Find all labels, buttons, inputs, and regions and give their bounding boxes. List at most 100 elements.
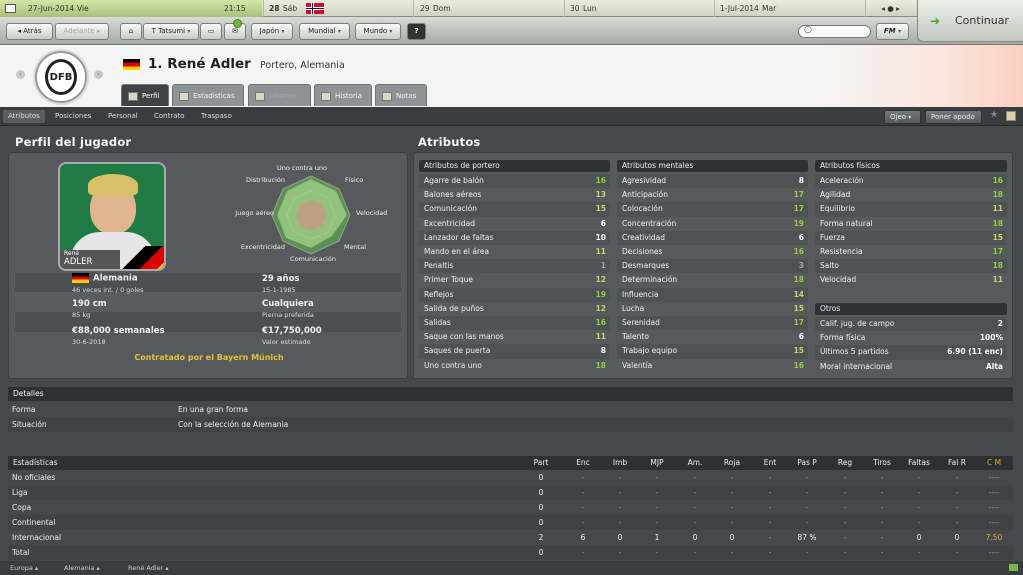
day-cell-29[interactable]: 29 Dom xyxy=(413,0,564,17)
stats-column-header[interactable]: Imb xyxy=(603,456,637,470)
attribute-row[interactable]: Concentración 19 xyxy=(617,217,808,231)
attribute-row[interactable]: Forma natural 18 xyxy=(815,217,1007,231)
attribute-row[interactable]: Penaltis 1 xyxy=(419,259,610,274)
forward-button[interactable]: Adelante ▸ xyxy=(55,23,109,40)
tab-notes[interactable]: Notas xyxy=(375,84,427,106)
stats-cell: - xyxy=(693,548,697,557)
history-icon xyxy=(321,91,331,101)
attribute-row[interactable]: Aceleración 16 xyxy=(815,174,1007,189)
world-cup-menu[interactable]: Mundial ▾ xyxy=(299,23,350,40)
attribute-row[interactable]: Forma física 100% xyxy=(815,331,1007,345)
breadcrumb-germany[interactable]: Alemania ▴ xyxy=(64,561,100,575)
attribute-row[interactable]: Anticipación 17 xyxy=(617,188,808,202)
stats-column-header[interactable]: Pas P xyxy=(790,456,824,470)
search-input[interactable]: ○ xyxy=(798,25,871,38)
attribute-row[interactable]: Lucha 15 xyxy=(617,302,808,316)
day-cell-30[interactable]: 30 Lun xyxy=(564,0,714,17)
attribute-row[interactable]: Mando en el área 11 xyxy=(419,245,610,259)
star-icon[interactable]: ★ xyxy=(990,110,998,120)
breadcrumb-player[interactable]: René Adler ▴ xyxy=(128,561,169,575)
next-player-icon[interactable]: › xyxy=(94,70,103,79)
breadcrumb-europe[interactable]: Europa ▴ xyxy=(10,561,38,575)
attribute-row[interactable]: Agresividad 8 xyxy=(617,174,808,189)
attribute-row[interactable]: Creatividad 6 xyxy=(617,230,808,245)
previous-player-icon[interactable]: ‹ xyxy=(16,70,25,79)
attribute-row[interactable]: Calif. jug. de campo 2 xyxy=(815,317,1007,332)
subtab-positions[interactable]: Posiciones xyxy=(50,110,96,123)
attribute-row[interactable]: Valentía 16 xyxy=(617,359,808,373)
current-date-cell[interactable]: 27-Jun-2014 Vie 21:15 xyxy=(0,0,262,17)
stats-column-header[interactable]: Roja xyxy=(715,456,749,470)
stats-column-header[interactable]: Ent xyxy=(753,456,787,470)
attribute-row[interactable]: Talento 6 xyxy=(617,330,808,344)
stats-cell: 0 xyxy=(538,503,544,512)
radar-label-communication: Comunicación xyxy=(290,255,336,263)
day-cell-28[interactable]: 28 Sáb xyxy=(263,0,413,17)
attribute-row[interactable]: Decisiones 16 xyxy=(617,245,808,259)
club-status[interactable]: Contratado por el Bayern Múnich xyxy=(9,353,409,362)
attribute-row[interactable]: Lanzador de faltas 10 xyxy=(419,230,610,245)
subtab-attributes[interactable]: Atributos xyxy=(3,110,45,123)
current-date: 27-Jun-2014 xyxy=(28,4,75,13)
attribute-row[interactable]: Resistencia 17 xyxy=(815,245,1007,259)
attribute-row[interactable]: Salida de puños 12 xyxy=(419,302,610,316)
fm-menu[interactable]: FM ▾ xyxy=(876,23,909,40)
stats-cell: 0 xyxy=(617,533,623,542)
stats-column-header[interactable]: Fal R xyxy=(940,456,974,470)
attribute-row[interactable]: Salidas 16 xyxy=(419,316,610,331)
attribute-row[interactable]: Comunicación 15 xyxy=(419,202,610,217)
prev-arrow-icon[interactable]: ◂ xyxy=(881,4,885,13)
attribute-row[interactable]: Fuerza 15 xyxy=(815,230,1007,245)
stats-column-header[interactable]: Part xyxy=(524,456,558,470)
stats-column-header[interactable]: Tiros xyxy=(865,456,899,470)
attribute-row[interactable]: Últimos 5 partidos 6.90 (11 enc) xyxy=(815,345,1007,360)
stats-column-header[interactable]: Reg xyxy=(828,456,862,470)
attribute-row[interactable]: Agilidad 18 xyxy=(815,188,1007,202)
day-cell-1-jul[interactable]: 1-Jul-2014 Mar xyxy=(714,0,865,17)
stats-column-header[interactable]: C M xyxy=(977,456,1011,470)
attribute-row[interactable]: Primer Toque 12 xyxy=(419,273,610,287)
nickname-button[interactable]: Poner apodo xyxy=(925,110,982,124)
tab-history[interactable]: Historia xyxy=(314,84,372,106)
attribute-row[interactable]: Influencia 14 xyxy=(617,287,808,302)
stats-column-header[interactable]: Enc xyxy=(566,456,600,470)
help-button[interactable]: ? xyxy=(407,23,426,40)
tab-report[interactable]: Informe xyxy=(248,84,311,106)
attribute-row[interactable]: Desmarques 3 xyxy=(617,259,808,274)
subtab-contract[interactable]: Contrato xyxy=(149,110,190,123)
inbox-button[interactable]: ▭ xyxy=(200,23,222,40)
stats-column-header[interactable]: Faltas xyxy=(902,456,936,470)
stats-column-header[interactable]: MJP xyxy=(640,456,674,470)
attribute-row[interactable]: Colocación 17 xyxy=(617,202,808,217)
subtab-personal[interactable]: Personal xyxy=(103,110,143,123)
attribute-row[interactable]: Saques de puerta 8 xyxy=(419,344,610,359)
japan-menu[interactable]: Japón ▾ xyxy=(251,23,293,40)
attribute-row[interactable]: Moral internacional Alta xyxy=(815,360,1007,374)
manager-menu[interactable]: T Tatsumi ▾ xyxy=(143,23,199,40)
attribute-row[interactable]: Salto 18 xyxy=(815,259,1007,274)
tab-stats[interactable]: Estadísticas xyxy=(172,84,244,106)
world-menu[interactable]: Mundo ▾ xyxy=(355,23,401,40)
attribute-row[interactable]: Determinación 18 xyxy=(617,273,808,287)
attribute-row[interactable]: Serenidad 17 xyxy=(617,316,808,331)
continue-button[interactable]: ➜ Continuar xyxy=(917,0,1023,42)
subtab-transfer[interactable]: Traspaso xyxy=(196,110,237,123)
attribute-row[interactable]: Reflejos 19 xyxy=(419,287,610,302)
home-button[interactable]: ⌂ xyxy=(120,23,142,40)
next-arrow-icon[interactable]: ▸ xyxy=(896,4,900,13)
attribute-row[interactable]: Agarre de balón 16 xyxy=(419,174,610,189)
attribute-row[interactable]: Excentricidad 6 xyxy=(419,217,610,231)
attribute-row[interactable]: Trabajo equipo 15 xyxy=(617,344,808,359)
attribute-row[interactable]: Saque con las manos 11 xyxy=(419,330,610,344)
tab-profile[interactable]: Perfil xyxy=(121,84,169,106)
attribute-row[interactable]: Balones aéreos 13 xyxy=(419,188,610,202)
attribute-row[interactable]: Uno contra uno 18 xyxy=(419,359,610,373)
edit-icon[interactable] xyxy=(1006,111,1016,121)
calendar-nav[interactable]: ◂ ● ▸ xyxy=(865,0,915,17)
stats-column-header[interactable]: Am. xyxy=(678,456,712,470)
back-button[interactable]: ◂ Atrás xyxy=(6,23,53,40)
attribute-row[interactable]: Velocidad 11 xyxy=(815,273,1007,287)
notifications-button[interactable]: ✉ xyxy=(224,19,246,40)
attribute-row[interactable]: Equilibrio 11 xyxy=(815,202,1007,217)
scout-button[interactable]: Ojeo ▾ xyxy=(884,110,921,124)
